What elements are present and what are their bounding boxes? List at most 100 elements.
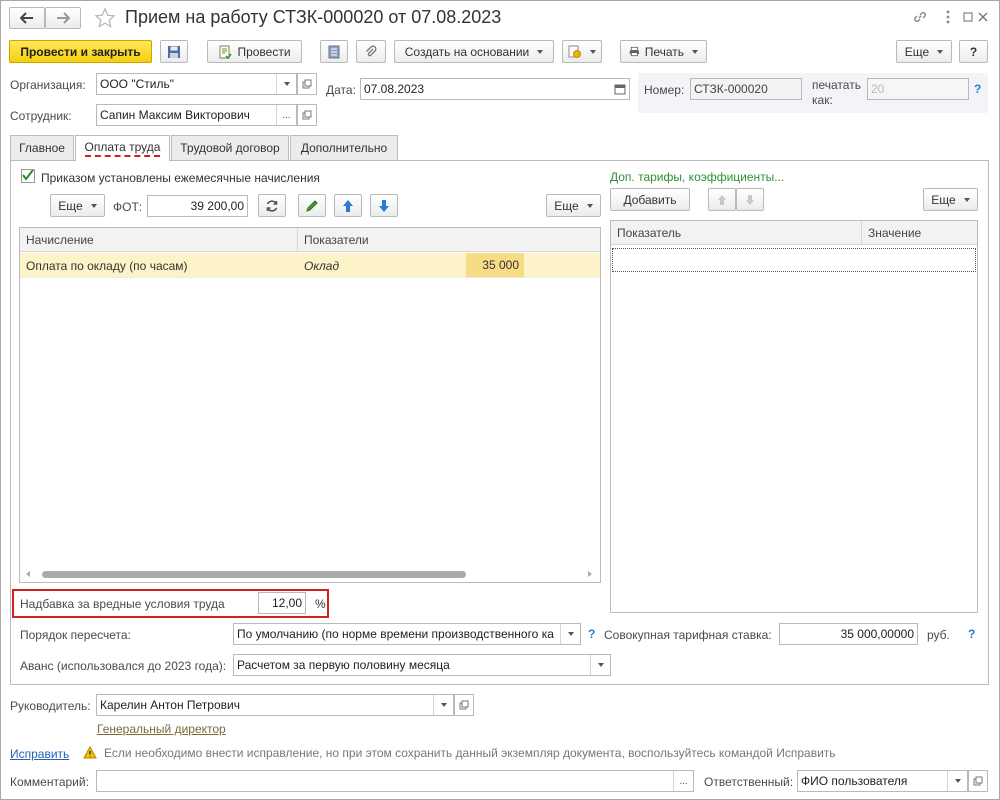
move-down-button[interactable]: [370, 194, 398, 217]
responsible-field[interactable]: ФИО пользователя: [797, 770, 968, 792]
calendar-icon[interactable]: [614, 83, 626, 95]
total-rate-help-icon[interactable]: ?: [968, 627, 975, 641]
back-button[interactable]: [9, 7, 45, 29]
tariffs-more-button[interactable]: Еще: [923, 188, 978, 211]
recalculate-button[interactable]: [258, 194, 286, 217]
open-form-icon: [302, 79, 312, 89]
dropdown-button[interactable]: [433, 695, 453, 715]
comment-edit-button[interactable]: ...: [673, 771, 693, 791]
tariff-move-up-button[interactable]: [708, 188, 736, 211]
chevron-down-icon: [586, 203, 593, 208]
empty-row-cursor[interactable]: [612, 248, 976, 272]
print-as-field[interactable]: 20: [867, 78, 969, 100]
accruals-table: Начисление Показатели Оплата по окладу (…: [19, 227, 601, 583]
edit-button[interactable]: [298, 194, 326, 217]
maximize-icon[interactable]: [961, 8, 975, 26]
column-header-indicators[interactable]: Показатели: [298, 228, 600, 252]
create-based-on-label: Создать на основании: [404, 44, 530, 59]
print-as-help-icon[interactable]: ?: [974, 82, 981, 96]
scroll-right-arrow-icon[interactable]: [588, 571, 592, 577]
select-button[interactable]: ...: [276, 105, 296, 125]
add-tariff-button[interactable]: Добавить: [610, 188, 690, 211]
fix-link[interactable]: Исправить: [10, 747, 69, 761]
chevron-down-icon: [590, 49, 596, 54]
post-and-close-button[interactable]: Провести и закрыть: [9, 40, 152, 63]
move-up-button[interactable]: [334, 194, 362, 217]
scroll-left-arrow-icon[interactable]: [26, 571, 30, 577]
fot-label: ФОТ:: [113, 200, 143, 214]
column-header-accrual[interactable]: Начисление: [20, 228, 298, 252]
link-icon[interactable]: [911, 8, 929, 26]
tab-payroll[interactable]: Оплата труда: [75, 135, 170, 161]
responsible-open-button[interactable]: [968, 770, 988, 792]
responsible-label: Ответственный:: [704, 775, 794, 789]
comment-field[interactable]: ...: [96, 770, 694, 792]
monthly-accruals-label: Приказом установлены ежемесячные начисле…: [41, 171, 320, 185]
help-button[interactable]: ?: [959, 40, 988, 63]
tab-additional[interactable]: Дополнительно: [290, 135, 398, 160]
print-button[interactable]: Печать: [620, 40, 707, 63]
dropdown-button[interactable]: [560, 624, 580, 644]
save-button[interactable]: [160, 40, 188, 63]
column-header-value[interactable]: Значение: [862, 221, 977, 245]
advance-field[interactable]: Расчетом за первую половину месяца: [233, 654, 611, 676]
open-form-icon: [459, 700, 469, 710]
organization-open-button[interactable]: [297, 73, 317, 95]
print-as-value: 20: [871, 82, 885, 96]
floppy-disk-icon: [168, 45, 180, 58]
head-open-button[interactable]: [454, 694, 474, 716]
fix-note: Если необходимо внести исправление, но п…: [104, 746, 836, 760]
comment-label: Комментарий:: [10, 775, 89, 789]
favorite-star-icon[interactable]: [93, 7, 117, 29]
total-rate-field: 35 000,00000: [779, 623, 918, 645]
head-field[interactable]: Карелин Антон Петрович: [96, 694, 454, 716]
document-journal-button[interactable]: [320, 40, 348, 63]
more-button[interactable]: Еще: [896, 40, 952, 63]
tariff-move-down-button[interactable]: [736, 188, 764, 211]
indicator-name-cell: Оклад: [304, 259, 340, 273]
organization-label: Организация:: [10, 78, 86, 92]
accruals-more-button[interactable]: Еще: [50, 194, 105, 217]
recalc-help-icon[interactable]: ?: [588, 627, 595, 641]
table-row[interactable]: Оплата по окладу (по часам) Оклад 35 000: [20, 253, 600, 278]
monthly-accruals-checkbox[interactable]: [21, 169, 35, 183]
pencil-icon: [306, 199, 318, 212]
create-based-on-button[interactable]: Создать на основании: [394, 40, 554, 63]
tab-main[interactable]: Главное: [10, 135, 74, 160]
print-button-label: Печать: [644, 44, 684, 59]
menu-dots-icon[interactable]: [941, 8, 955, 26]
hazard-unit: %: [315, 597, 326, 611]
head-position-link[interactable]: Генеральный директор: [97, 722, 226, 736]
tariffs-table-header: Показатель Значение: [611, 221, 977, 245]
chevron-down-icon: [567, 632, 574, 636]
post-button-label: Провести: [237, 44, 291, 59]
refresh-icon: [266, 199, 278, 212]
forward-button[interactable]: [45, 7, 81, 29]
date-field[interactable]: 07.08.2023: [360, 78, 630, 100]
employee-label: Сотрудник:: [10, 109, 72, 123]
dropdown-button[interactable]: [590, 655, 610, 675]
accruals-more-right-label: Еще: [554, 198, 579, 213]
accruals-more-right-button[interactable]: Еще: [546, 194, 601, 217]
arrow-down-icon: [746, 194, 754, 205]
tab-employment-contract[interactable]: Трудовой договор: [171, 135, 289, 160]
head-label: Руководитель:: [10, 699, 91, 713]
tariffs-link[interactable]: Доп. тарифы, коэффициенты...: [610, 170, 784, 184]
column-header-indicator[interactable]: Показатель: [611, 221, 862, 245]
employee-open-button[interactable]: [297, 104, 317, 126]
dropdown-button[interactable]: [276, 74, 296, 94]
recalc-field[interactable]: По умолчанию (по норме времени производс…: [233, 623, 581, 645]
close-icon[interactable]: [975, 8, 991, 26]
employee-field[interactable]: Сапин Максим Викторович ...: [96, 104, 297, 126]
horizontal-scrollbar[interactable]: [26, 569, 594, 579]
organization-field[interactable]: ООО "Стиль": [96, 73, 297, 95]
post-button[interactable]: Провести: [207, 40, 302, 63]
hazard-field[interactable]: 12,00: [258, 592, 306, 614]
scrollbar-thumb[interactable]: [42, 571, 466, 578]
related-documents-button[interactable]: [562, 40, 602, 63]
tab-employment-contract-label: Трудовой договор: [180, 141, 280, 155]
dropdown-button[interactable]: [947, 771, 967, 791]
print-as-label-line2: как:: [812, 93, 833, 107]
printer-icon: [629, 46, 639, 57]
attachments-button[interactable]: [356, 40, 386, 63]
